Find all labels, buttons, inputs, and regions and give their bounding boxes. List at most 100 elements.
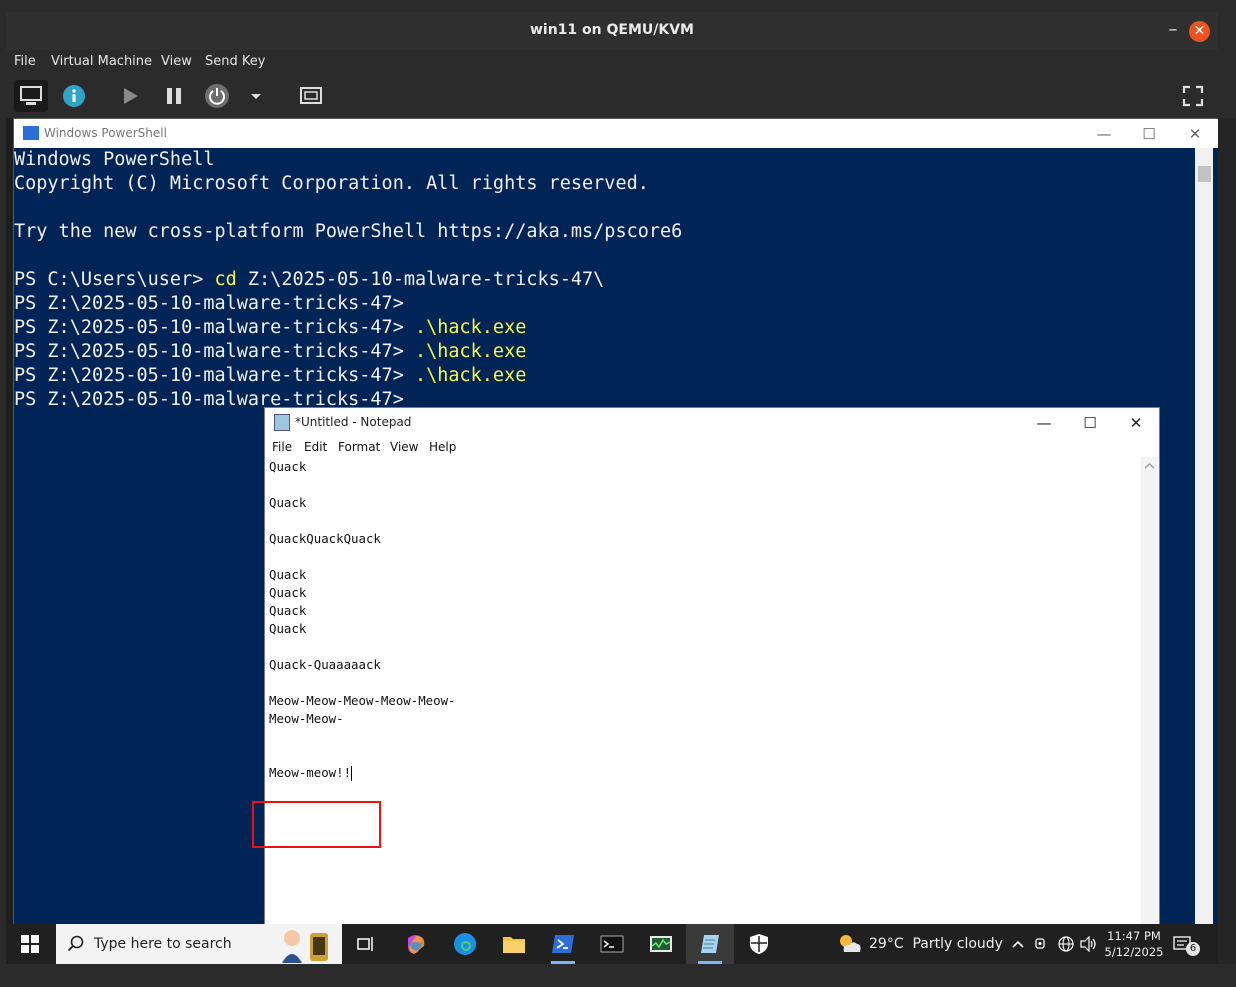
- camera-mic-icon[interactable]: [1034, 936, 1048, 952]
- taskbar-task-manager[interactable]: [637, 924, 685, 964]
- ps-close-button[interactable]: ✕: [1172, 123, 1218, 145]
- copilot-icon: [408, 935, 425, 954]
- vm-menu-file[interactable]: File: [14, 54, 36, 69]
- ps-maximize-button[interactable]: ☐: [1126, 123, 1172, 145]
- scrollbar-thumb[interactable]: [1198, 166, 1211, 182]
- notification-badge: 6: [1186, 942, 1200, 956]
- host-background-edge: [1218, 118, 1236, 964]
- clock-date: 5/12/2025: [1104, 945, 1164, 959]
- vm-menubar: File Virtual Machine View Send Key: [6, 50, 1218, 74]
- taskbar-edge[interactable]: [441, 924, 489, 964]
- details-view-button[interactable]: [57, 80, 91, 112]
- powershell-titlebar[interactable]: Windows PowerShell — ☐ ✕: [14, 119, 1218, 148]
- folder-icon: [503, 937, 525, 953]
- taskbar-windows-security[interactable]: [735, 924, 783, 964]
- network-globe-icon[interactable]: [1058, 936, 1074, 952]
- powershell-title: Windows PowerShell: [44, 126, 167, 140]
- play-icon: [124, 88, 138, 104]
- console-view-button[interactable]: [14, 80, 48, 112]
- guest-desktop: Windows PowerShell — ☐ ✕ Windows PowerSh…: [6, 118, 1218, 964]
- text-line: Meow-Meow-Meow-Meow-Meow-: [269, 693, 456, 708]
- notepad-icon: [274, 414, 290, 431]
- taskbar-search-box[interactable]: Type here to search: [56, 924, 342, 964]
- text-line: Meow-Meow-: [269, 711, 344, 726]
- pause-icon: [167, 88, 181, 104]
- weather-icon: [840, 935, 861, 952]
- task-view-button[interactable]: [342, 924, 390, 964]
- console-line: PS Z:\2025-05-10-malware-tricks-47> .\ha…: [14, 341, 527, 362]
- console-line: Try the new cross-platform PowerShell ht…: [14, 221, 683, 242]
- fullscreen-button[interactable]: [1176, 80, 1210, 112]
- monitor-icon: [20, 86, 42, 105]
- np-menu-edit[interactable]: Edit: [304, 440, 327, 454]
- snapshot-icon: [300, 87, 322, 104]
- np-menu-help[interactable]: Help: [429, 440, 456, 454]
- vm-title: win11 on QEMU/KVM: [529, 22, 694, 38]
- notepad-window[interactable]: *Untitled - Notepad — ☐ ✕ File Edit Form…: [252, 407, 1160, 929]
- taskbar-terminal[interactable]: [588, 924, 636, 964]
- edge-icon: [454, 933, 476, 955]
- chevron-up-icon[interactable]: [1011, 939, 1025, 949]
- run-button[interactable]: [113, 80, 147, 112]
- vm-menu-send-key[interactable]: Send Key: [205, 54, 265, 69]
- vm-toolbar: [6, 74, 1218, 118]
- chevron-down-icon: [251, 94, 261, 99]
- powershell-taskbar-icon: [552, 935, 574, 953]
- powershell-scrollbar[interactable]: [1195, 148, 1213, 925]
- powershell-icon: [23, 126, 39, 140]
- taskbar-copilot[interactable]: [392, 924, 440, 964]
- windows-logo-icon: [21, 935, 39, 953]
- np-menu-file[interactable]: File: [272, 440, 292, 454]
- console-line: Copyright (C) Microsoft Corporation. All…: [14, 173, 649, 194]
- pause-button[interactable]: [157, 80, 191, 112]
- notepad-scrollbar[interactable]: [1141, 457, 1158, 928]
- notepad-title: *Untitled - Notepad: [295, 415, 412, 429]
- scroll-up-icon[interactable]: [1141, 459, 1158, 473]
- taskbar-powershell[interactable]: [539, 924, 587, 964]
- text-line: Quack: [269, 495, 307, 510]
- weather-text[interactable]: 29°C Partly cloudy: [869, 936, 1003, 952]
- text-line: Quack: [269, 567, 307, 582]
- np-menu-format[interactable]: Format: [338, 440, 380, 454]
- shutdown-button[interactable]: [200, 80, 234, 112]
- console-line: Windows PowerShell: [14, 149, 215, 170]
- snapshots-button[interactable]: [294, 80, 328, 112]
- task-manager-icon: [650, 936, 672, 952]
- console-line: PS Z:\2025-05-10-malware-tricks-47> .\ha…: [14, 317, 527, 338]
- notepad-text-area[interactable]: Quack Quack QuackQuackQuack Quack Quack …: [252, 458, 1141, 928]
- task-view-icon: [357, 937, 373, 951]
- taskbar-clock[interactable]: 11:47 PM 5/12/2025: [1102, 928, 1166, 960]
- red-highlight-box: [252, 801, 381, 848]
- info-icon: [63, 85, 85, 107]
- vm-titlebar: win11 on QEMU/KVM – ✕: [6, 12, 1218, 50]
- np-close-button[interactable]: ✕: [1113, 412, 1159, 434]
- np-maximize-button[interactable]: ☐: [1067, 412, 1113, 434]
- console-line: PS C:\Users\user> cd Z:\2025-05-10-malwa…: [14, 269, 605, 290]
- shutdown-menu-button[interactable]: [239, 80, 273, 112]
- search-placeholder: Type here to search: [94, 936, 232, 952]
- vm-menu-view[interactable]: View: [161, 54, 192, 69]
- notepad-taskbar-icon: [701, 935, 719, 953]
- taskbar-notepad[interactable]: [686, 924, 734, 964]
- clock-time: 11:47 PM: [1107, 929, 1161, 943]
- text-line: Quack: [269, 459, 307, 474]
- text-caret: [351, 766, 353, 781]
- notepad-titlebar[interactable]: *Untitled - Notepad — ☐ ✕: [265, 408, 1159, 437]
- np-menu-view[interactable]: View: [390, 440, 418, 454]
- taskbar-file-explorer[interactable]: [490, 924, 538, 964]
- vm-minimize-button[interactable]: –: [1161, 18, 1185, 42]
- vm-window: win11 on QEMU/KVM – ✕ File Virtual Machi…: [0, 0, 1236, 987]
- text-line: Quack-Quaaaaack: [269, 657, 381, 672]
- vm-menu-virtual-machine[interactable]: Virtual Machine: [51, 54, 152, 69]
- shield-icon: [750, 934, 768, 954]
- text-line: Quack: [269, 585, 307, 600]
- np-minimize-button[interactable]: —: [1021, 412, 1067, 434]
- ps-minimize-button[interactable]: —: [1081, 123, 1127, 145]
- volume-icon[interactable]: [1080, 936, 1098, 952]
- start-button[interactable]: [6, 924, 54, 964]
- vm-close-button[interactable]: ✕: [1189, 21, 1210, 42]
- console-line: PS Z:\2025-05-10-malware-tricks-47>: [14, 293, 404, 314]
- terminal-icon: [600, 935, 624, 953]
- text-line: Quack: [269, 621, 307, 636]
- taskbar: Type here to search 29°C Partly cloudy 1…: [6, 924, 1218, 964]
